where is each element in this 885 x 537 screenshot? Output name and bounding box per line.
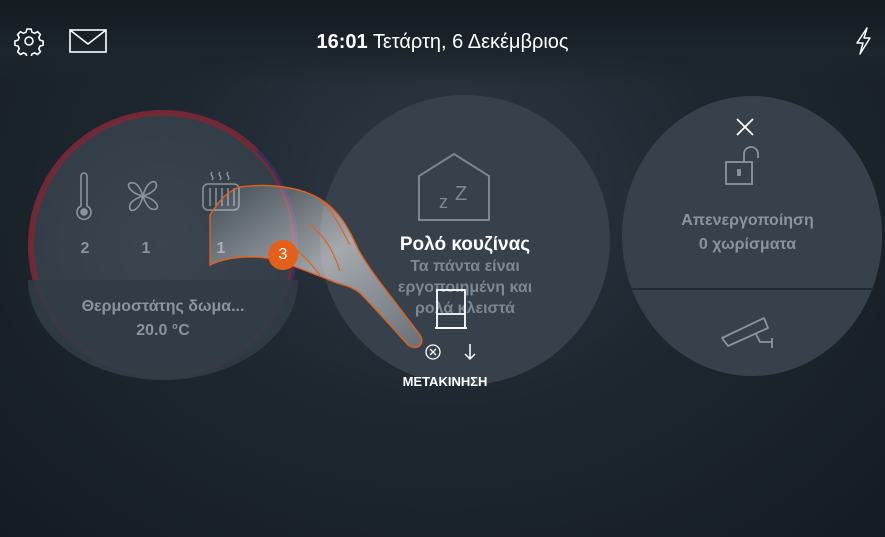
alarm-zones: 0 χωρίσματα <box>698 236 797 253</box>
date-label: Τετάρτη, 6 Δεκέμβριος <box>372 31 569 53</box>
fan-count: 1 <box>141 240 151 257</box>
energy-lightning-icon[interactable] <box>848 26 878 56</box>
alarm-card-divider <box>622 288 872 290</box>
move-action-label: ΜΕΤΑΚΙΝΗΣΗ <box>402 374 488 389</box>
pointing-hand-illustration <box>209 184 423 349</box>
fan-icon <box>127 180 159 212</box>
thermometer-count: 2 <box>80 240 90 257</box>
clock-date: 16:01 Τετάρτη, 6 Δεκέμβριος <box>0 31 885 54</box>
close-icon[interactable] <box>734 116 756 138</box>
step-number-badge: 3 <box>268 240 298 270</box>
unlock-padlock-icon <box>725 146 759 185</box>
arrow-down-icon[interactable] <box>463 342 477 362</box>
time-label: 16:01 <box>316 31 368 53</box>
thermometer-icon <box>76 172 92 221</box>
alarm-status: Απενεργοποίηση <box>681 212 814 229</box>
camera-icon <box>721 317 773 348</box>
svg-text:Z: Z <box>455 183 467 205</box>
